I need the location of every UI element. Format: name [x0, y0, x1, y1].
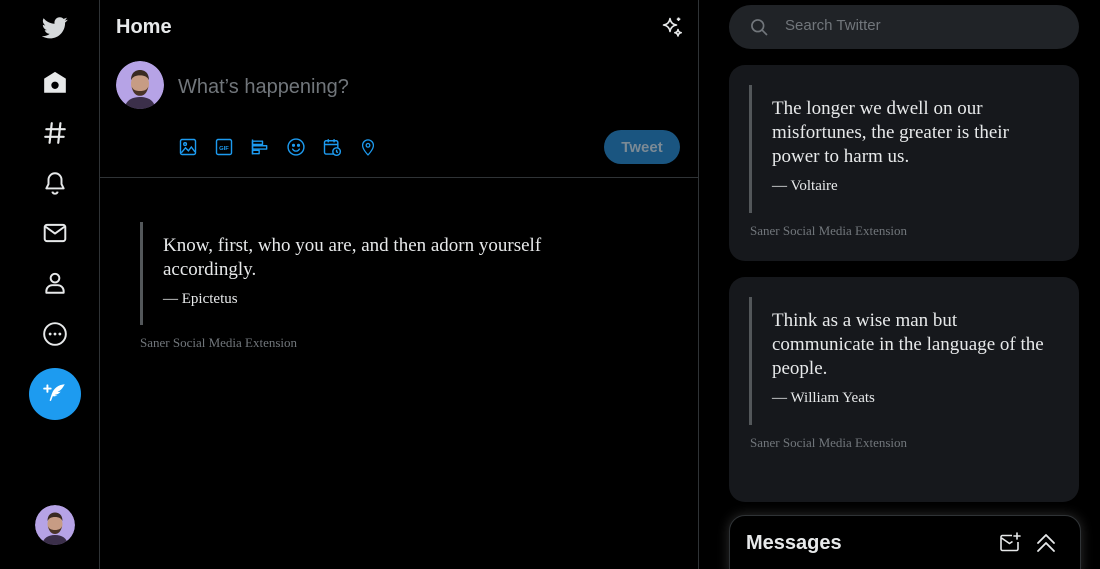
twitter-logo-icon[interactable]	[30, 2, 80, 52]
quote-author: — Voltaire	[772, 178, 838, 194]
sidebar-nav	[0, 0, 100, 569]
quote-source[interactable]: Saner Social Media Extension	[750, 435, 907, 451]
location-icon[interactable]	[357, 136, 379, 158]
main-timeline: Home GIF	[100, 0, 699, 569]
new-message-icon[interactable]	[998, 531, 1022, 555]
quote-author: — Epictetus	[163, 291, 238, 307]
compose-feather-icon	[43, 384, 65, 402]
quote-card: Think as a wise man but communicate in t…	[729, 277, 1079, 502]
tweet-compose-input[interactable]	[178, 76, 678, 99]
quote-block: The longer we dwell on our misfortunes, …	[749, 85, 1049, 213]
notifications-bell-icon[interactable]	[30, 158, 80, 208]
search-input[interactable]	[785, 17, 1055, 34]
sparkle-icon[interactable]	[660, 15, 684, 39]
tweet-composer: GIF Tweet	[100, 54, 698, 178]
double-chevron-up-icon[interactable]	[1034, 531, 1058, 555]
search-bar	[729, 5, 1079, 49]
quote-text: Think as a wise man but communicate in t…	[772, 310, 1044, 379]
messages-envelope-icon[interactable]	[30, 208, 80, 258]
avatar[interactable]	[35, 505, 75, 545]
gif-icon[interactable]: GIF	[213, 136, 235, 158]
poll-icon[interactable]	[249, 136, 271, 158]
image-icon[interactable]	[177, 136, 199, 158]
profile-person-icon[interactable]	[30, 258, 80, 308]
messages-drawer[interactable]: Messages	[729, 515, 1081, 569]
main-header: Home	[100, 0, 698, 54]
quote-source[interactable]: Saner Social Media Extension	[140, 335, 297, 351]
emoji-icon[interactable]	[285, 136, 307, 158]
quote-card: The longer we dwell on our misfortunes, …	[729, 65, 1079, 261]
compose-tweet-button[interactable]	[29, 368, 81, 420]
explore-hashtag-icon[interactable]	[30, 108, 80, 158]
messages-title: Messages	[746, 532, 842, 554]
page-title: Home	[116, 16, 172, 38]
quote-source[interactable]: Saner Social Media Extension	[750, 223, 907, 239]
quote-text: Know, first, who you are, and then adorn…	[163, 235, 542, 280]
quote-block: Know, first, who you are, and then adorn…	[140, 222, 570, 325]
quote-author: — William Yeats	[772, 390, 875, 406]
gif-label: GIF	[219, 146, 229, 152]
app: Home GIF	[0, 0, 1100, 569]
home-icon[interactable]	[30, 58, 80, 108]
more-circle-icon[interactable]	[30, 309, 80, 359]
tweet-button[interactable]: Tweet	[604, 130, 680, 164]
quote-block: Think as a wise man but communicate in t…	[749, 297, 1049, 425]
search-icon	[751, 19, 768, 36]
avatar[interactable]	[116, 61, 164, 109]
quote-text: The longer we dwell on our misfortunes, …	[772, 98, 1009, 167]
schedule-icon[interactable]	[321, 136, 343, 158]
